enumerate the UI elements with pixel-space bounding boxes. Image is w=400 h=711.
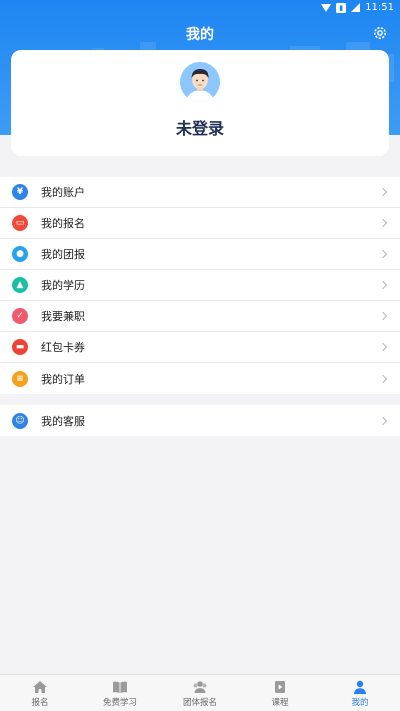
chevron-right-icon xyxy=(378,342,388,352)
chevron-right-icon xyxy=(378,311,388,321)
menu-item-customer-service[interactable]: ☺ 我的客服 xyxy=(0,405,400,436)
chevron-right-icon xyxy=(378,218,388,228)
clock: 11:51 xyxy=(365,2,394,13)
menu-item-label: 我的订单 xyxy=(41,372,85,386)
avatar[interactable] xyxy=(180,62,220,102)
home-icon xyxy=(33,681,47,693)
tab-label: 课程 xyxy=(271,698,289,708)
menu-item-part-time[interactable]: ✓ 我要兼职 xyxy=(0,301,400,332)
status-bar: ▮ 11:51 xyxy=(0,0,400,16)
part-time-icon: ✓ xyxy=(12,308,28,324)
menu-item-label: 我的团报 xyxy=(41,248,85,261)
tab-group-registration[interactable]: 团体报名 xyxy=(160,675,240,711)
coupon-icon: ▬ xyxy=(12,339,28,355)
profile-icon xyxy=(354,680,366,694)
menu-list-main: ¥ 我的账户 ▭ 我的报名 ● 我的团报 ▲ 我的学历 ✓ 我要兼职 ▬ 红包卡… xyxy=(0,177,400,394)
book-icon xyxy=(113,681,127,693)
signal-icon xyxy=(351,3,361,12)
menu-item-label: 我的客服 xyxy=(41,414,85,428)
menu-item-coupons[interactable]: ▬ 红包卡券 xyxy=(0,332,400,363)
chevron-right-icon xyxy=(378,416,388,425)
group-icon: ● xyxy=(12,246,28,262)
chevron-right-icon xyxy=(378,249,388,259)
chevron-right-icon xyxy=(378,187,388,197)
customer-service-icon: ☺ xyxy=(12,412,28,429)
menu-item-label: 红包卡券 xyxy=(41,341,85,354)
menu-item-education[interactable]: ▲ 我的学历 xyxy=(0,270,400,301)
menu-item-label: 我要兼职 xyxy=(41,310,85,323)
registration-card-icon: ▭ xyxy=(12,215,28,231)
tab-label: 报名 xyxy=(31,698,49,708)
order-icon: ≡ xyxy=(12,370,28,387)
menu-item-label: 我的账户 xyxy=(41,186,85,199)
page-title: 我的 xyxy=(186,27,214,43)
tab-label: 团体报名 xyxy=(182,698,217,708)
gear-icon[interactable] xyxy=(372,25,388,41)
wifi-icon xyxy=(321,3,332,12)
tab-profile[interactable]: 我的 xyxy=(320,675,400,711)
bottom-tab-bar: 报名 免费学习 团体报名 课程 我的 xyxy=(0,674,400,711)
chevron-right-icon xyxy=(378,374,388,383)
menu-list-service: ☺ 我的客服 xyxy=(0,405,400,436)
tab-label: 我的 xyxy=(351,698,369,708)
menu-item-registration[interactable]: ▭ 我的报名 xyxy=(0,208,400,239)
chevron-right-icon xyxy=(378,280,388,290)
battery-icon: ▮ xyxy=(336,2,347,13)
group-tab-icon xyxy=(193,681,207,693)
menu-item-account[interactable]: ¥ 我的账户 xyxy=(0,177,400,208)
profile-card[interactable]: 未登录 xyxy=(11,50,389,156)
login-status-text[interactable]: 未登录 xyxy=(11,115,389,139)
tab-free-study[interactable]: 免费学习 xyxy=(80,675,160,711)
menu-item-group[interactable]: ● 我的团报 xyxy=(0,239,400,270)
course-icon xyxy=(275,681,285,693)
tab-courses[interactable]: 课程 xyxy=(240,675,320,711)
tab-label: 免费学习 xyxy=(102,698,137,708)
menu-item-label: 我的学历 xyxy=(41,279,85,292)
menu-item-label: 我的报名 xyxy=(41,217,85,230)
menu-item-orders[interactable]: ≡ 我的订单 xyxy=(0,363,400,394)
graduation-cap-icon: ▲ xyxy=(12,277,28,293)
tab-registration[interactable]: 报名 xyxy=(0,675,80,711)
yen-icon: ¥ xyxy=(12,184,28,200)
